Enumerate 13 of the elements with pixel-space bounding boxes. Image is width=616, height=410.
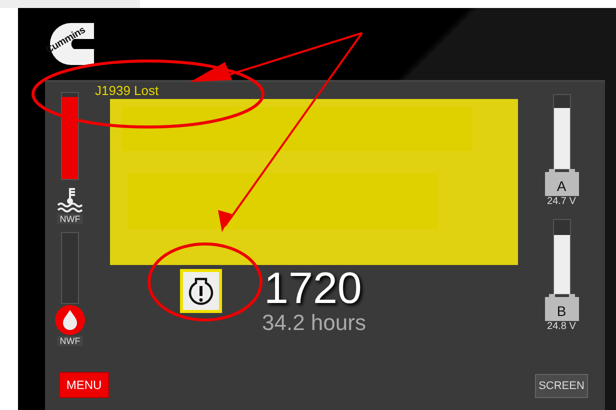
engine-speed: 1720 [264, 267, 363, 311]
battery-icon: A [544, 172, 578, 196]
oil-drop-icon [54, 304, 86, 336]
battery-icon: B [544, 297, 578, 321]
gauge-label: NWF [56, 336, 84, 346]
coolant-temperature-icon [55, 186, 85, 214]
engine-hours: 34.2 hours [262, 311, 366, 335]
screen-button[interactable]: SCREEN [534, 374, 588, 398]
battery-voltage: 24.7 V [547, 196, 576, 207]
battery-voltage: 24.8 V [547, 321, 576, 332]
gauge-label: NWF [56, 214, 84, 224]
status-message: J1939 Lost [95, 82, 160, 99]
menu-button[interactable]: MENU [59, 372, 109, 398]
